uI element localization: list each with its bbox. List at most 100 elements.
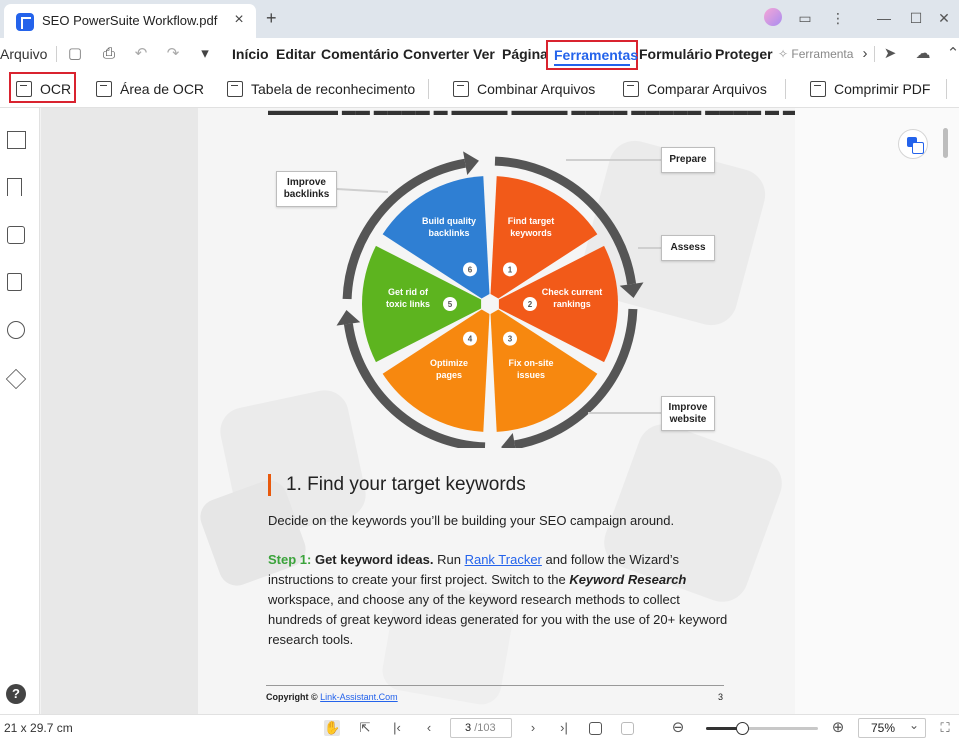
footer-link[interactable]: Link-Assistant.Com <box>320 692 398 702</box>
attachment-icon[interactable] <box>7 273 22 291</box>
minimize-icon[interactable]: — <box>874 8 894 28</box>
step-text: and follow the Wizard’s <box>545 552 679 567</box>
section-title: 1. Find your target keywords <box>286 474 526 495</box>
ocr-area-label: Área de OCR <box>120 81 205 97</box>
status-bar: 21 x 29.7 cm ✋ ⇱ |‹ ‹ 3 /103 › ›| ⊖ ⊕ 75… <box>0 714 959 740</box>
cycle-arrowhead-icon <box>619 282 644 298</box>
vertical-scrollbar[interactable] <box>943 128 948 158</box>
fit-page-icon[interactable] <box>621 722 634 735</box>
close-tab-icon[interactable]: × <box>230 11 248 29</box>
ocr-icon <box>16 81 32 97</box>
segment-number: 5 <box>448 300 453 309</box>
comment-icon[interactable] <box>7 226 25 244</box>
recognition-table-label: Tabela de reconhecimento <box>251 81 416 97</box>
select-tool-icon[interactable]: ⇱ <box>357 720 373 736</box>
recognition-table-icon <box>227 81 243 97</box>
quick-access-dropdown-icon[interactable]: ▾ <box>196 45 214 63</box>
callout-assess: Assess <box>661 235 715 261</box>
menu-editar[interactable]: Editar <box>276 46 316 62</box>
compress-pdf-icon <box>810 81 826 97</box>
close-window-icon[interactable]: ✕ <box>934 8 954 28</box>
layers-icon[interactable] <box>5 368 27 390</box>
tab-title: SEO PowerSuite Workflow.pdf <box>42 13 218 28</box>
message-icon[interactable]: ▭ <box>796 8 814 28</box>
last-page-icon[interactable]: ›| <box>556 720 572 736</box>
menu-converter[interactable]: Converter <box>403 46 469 62</box>
menu-ver[interactable]: Ver <box>473 46 495 62</box>
step-paragraph-line-1: Step 1: Get keyword ideas. Run Rank Trac… <box>268 550 679 570</box>
menu-file[interactable]: Arquivo <box>0 46 47 62</box>
combine-files-icon <box>453 81 469 97</box>
document-canvas[interactable]: ▬▬▬▬▬ ▬▬ ▬▬▬▬ ▬ ▬▬▬▬ ▬▬▬▬ ▬▬▬▬ ▬▬▬▬▬ ▬▬▬… <box>41 108 959 714</box>
previous-page-icon[interactable]: ‹ <box>421 720 437 736</box>
tools-ribbon: OCR Área de OCR Tabela de reconhecimento… <box>0 70 959 108</box>
collapse-ribbon-icon[interactable]: ⌃ <box>944 45 959 63</box>
menu-proteger[interactable]: Proteger <box>715 46 773 62</box>
page-number-input[interactable]: 3 /103 <box>450 718 512 738</box>
ocr-button[interactable]: OCR <box>16 79 71 99</box>
segment-number: 1 <box>508 265 513 274</box>
hand-tool-icon[interactable]: ✋ <box>324 720 340 736</box>
search-tools-field[interactable]: ✧ Ferramenta <box>778 47 853 61</box>
translate-icon[interactable] <box>898 129 928 159</box>
save-icon[interactable]: ▢ <box>66 45 84 63</box>
menu-comentario[interactable]: Comentário <box>321 46 399 62</box>
new-tab-icon[interactable]: + <box>266 9 277 27</box>
zoom-level-select[interactable]: 75% <box>858 716 926 738</box>
scroll-menu-right-icon[interactable]: › <box>856 45 874 63</box>
fullscreen-icon[interactable]: ⛶ <box>937 720 953 736</box>
avatar[interactable] <box>764 8 782 26</box>
undo-icon[interactable]: ↶ <box>132 45 150 63</box>
page-footer: Copyright © Link-Assistant.Com <box>266 692 398 702</box>
menu-inicio[interactable]: Início <box>232 46 269 62</box>
rotate-page-icon[interactable] <box>589 722 602 735</box>
document-tab[interactable]: SEO PowerSuite Workflow.pdf × <box>4 4 256 38</box>
step-paragraph-line-4: hundreds of great keyword ideas generate… <box>268 612 728 627</box>
wheel-segment-label: toxic links <box>386 299 430 309</box>
intro-paragraph: Decide on the keywords you’ll be buildin… <box>268 513 675 528</box>
rank-tracker-link[interactable]: Rank Tracker <box>465 552 542 567</box>
compare-files-icon <box>623 81 639 97</box>
lightbulb-icon: ✧ <box>778 47 789 61</box>
combine-files-label: Combinar Arquivos <box>477 81 596 97</box>
wheel-segment-label: keywords <box>510 228 552 238</box>
menu-bar: Arquivo ▢ ⎙ ↶ ↷ ▾ Início Editar Comentár… <box>0 38 959 70</box>
step-paragraph-line-2: instructions to create your first projec… <box>268 570 686 590</box>
callout-improve-backlinks: Improve backlinks <box>276 171 337 207</box>
wheel-segment-label: pages <box>436 370 462 380</box>
thumbnails-icon[interactable] <box>7 131 26 149</box>
send-icon[interactable]: ➤ <box>881 45 899 63</box>
right-panel <box>795 108 959 714</box>
cloud-icon[interactable]: ☁ <box>914 45 932 63</box>
print-icon[interactable]: ⎙ <box>100 45 118 63</box>
recognition-table-button[interactable]: Tabela de reconhecimento <box>227 79 415 99</box>
menu-pagina[interactable]: Página <box>502 46 548 62</box>
bookmark-icon[interactable] <box>7 178 22 196</box>
zoom-out-icon[interactable]: ⊖ <box>670 720 686 736</box>
help-icon[interactable]: ? <box>6 684 26 704</box>
wheel-segment-label: backlinks <box>428 228 469 238</box>
menu-formulario[interactable]: Formulário <box>639 46 712 62</box>
maximize-icon[interactable]: ☐ <box>906 8 926 28</box>
footer-page-number: 3 <box>718 692 724 702</box>
more-options-icon[interactable]: ⋮ <box>829 8 847 28</box>
redo-icon[interactable]: ↷ <box>164 45 182 63</box>
compress-pdf-button[interactable]: Comprimir PDF <box>810 79 930 99</box>
wheel-segment-label: Get rid of <box>388 287 429 297</box>
total-pages: /103 <box>474 722 496 734</box>
zoom-in-icon[interactable]: ⊕ <box>830 720 846 736</box>
next-page-icon[interactable]: › <box>525 720 541 736</box>
zoom-slider-handle[interactable] <box>735 722 749 735</box>
ocr-area-button[interactable]: Área de OCR <box>96 79 204 99</box>
step-run-text: Run <box>437 552 461 567</box>
compare-files-button[interactable]: Comparar Arquivos <box>623 79 767 99</box>
search-icon[interactable] <box>7 321 25 339</box>
ocr-label: OCR <box>40 81 72 97</box>
menu-ferramentas[interactable]: Ferramentas <box>546 40 638 70</box>
zoom-slider[interactable] <box>706 722 818 735</box>
zoom-level: 75% <box>871 721 896 735</box>
compress-pdf-label: Comprimir PDF <box>834 81 931 97</box>
combine-files-button[interactable]: Combinar Arquivos <box>453 79 595 99</box>
first-page-icon[interactable]: |‹ <box>389 720 405 736</box>
callout-improve-website: Improve website <box>661 396 715 431</box>
